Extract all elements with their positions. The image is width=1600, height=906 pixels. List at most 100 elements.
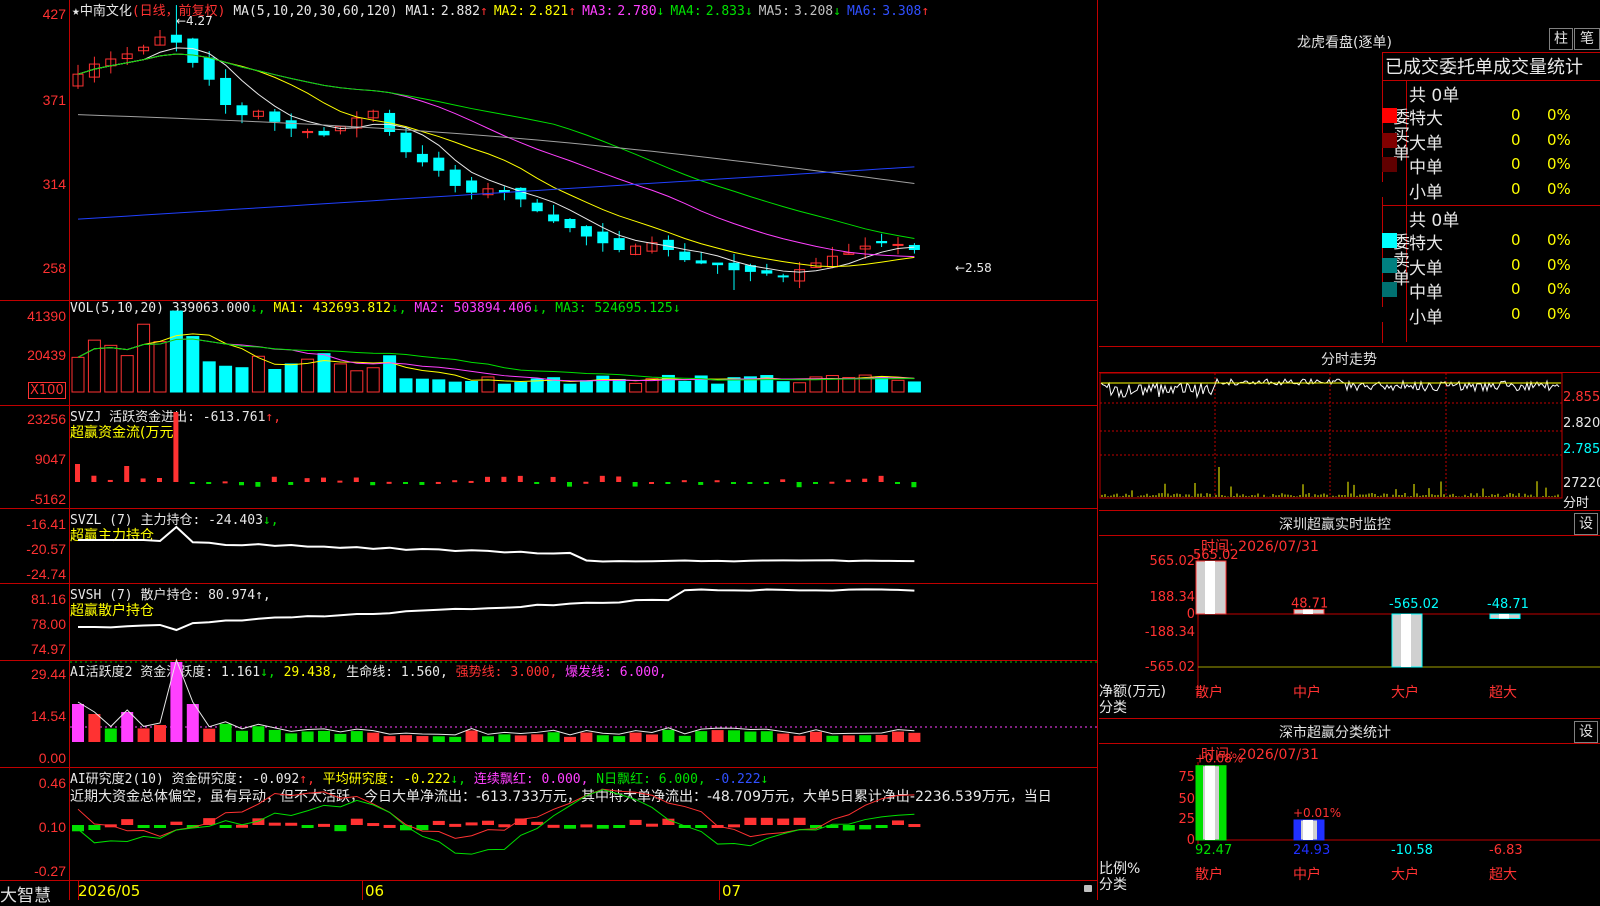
volume-bar [284, 363, 298, 393]
intraday-tick: 2.785 [1563, 442, 1600, 457]
fund-flow-bar [632, 482, 638, 487]
activity-bar [810, 731, 822, 742]
sz-monitor-title: 深圳超赢实时监控 [1279, 517, 1391, 533]
candle-body [285, 120, 297, 129]
order-type-label: 小单 [1409, 307, 1443, 328]
order-pct: 0% [1547, 106, 1571, 124]
fund-flow-bar [895, 482, 900, 484]
candle-body [236, 105, 248, 116]
order-count: 0 [1511, 304, 1521, 323]
activity-bar [514, 735, 527, 742]
class-tick: 50 [1178, 792, 1195, 807]
fund-flow-bar [911, 482, 917, 488]
activity-bar [72, 704, 84, 742]
fund-flow-bar [731, 482, 736, 484]
intraday-unit: 分时 [1563, 496, 1590, 511]
volume-bar [186, 336, 200, 393]
research-bar [564, 825, 576, 829]
fund-flow-bar [681, 480, 687, 483]
class-value: -10.58 [1391, 843, 1433, 858]
class-pct-label: +0.08% [1195, 752, 1243, 766]
research-bar [531, 821, 544, 825]
order-count: 0 [1511, 255, 1521, 274]
price-tick: 371 [42, 92, 66, 108]
svsh-tick: 81.16 [30, 591, 66, 607]
class-bar-edge [1219, 765, 1226, 840]
ma-line [77, 47, 915, 273]
monitor-tick: 188.34 [1150, 590, 1196, 605]
monitor-bar-value: 565.02 [1193, 548, 1239, 563]
intraday-chart[interactable] [1099, 373, 1600, 510]
volume-bar [415, 378, 429, 393]
fund-flow-bar [140, 478, 146, 482]
activity-bar [482, 736, 494, 742]
candle-body [679, 251, 691, 261]
activity-bar [137, 728, 150, 742]
fund-flow-bar [796, 482, 802, 488]
activity-bar [301, 731, 314, 742]
lock-icon[interactable] [1084, 885, 1092, 892]
research-bar [88, 825, 101, 831]
activity-bar [236, 730, 248, 742]
volume-bar [333, 363, 347, 393]
order-type-label: 大单 [1409, 258, 1443, 279]
chart-panel[interactable]: 427 371 314 258 41390 20439 X100 23256 9… [0, 0, 1098, 906]
svzl-tick: -24.74 [26, 566, 66, 582]
sz-class-settings-button[interactable]: 设 [1574, 721, 1598, 743]
fund-flow-bar [206, 482, 212, 484]
bar-view-button[interactable]: 柱 [1549, 28, 1573, 50]
sz-monitor-settings-button[interactable]: 设 [1574, 513, 1598, 535]
activity-bar [449, 736, 462, 742]
ai2-tick: -0.27 [34, 863, 66, 879]
order-count: 0 [1511, 280, 1521, 298]
intraday-title: 分时走势 [1321, 352, 1377, 368]
research-bar [334, 825, 347, 832]
ma60-line [77, 114, 915, 185]
date-label: 2026/05 [78, 882, 141, 900]
monitor-tick: -188.34 [1145, 625, 1195, 640]
fund-flow-bar [435, 481, 441, 484]
research-bar [646, 823, 658, 827]
research-bar [219, 825, 232, 828]
volume-bar [235, 367, 249, 393]
order-pct: 0% [1547, 179, 1571, 198]
activity-bar [629, 732, 642, 742]
volume-bar [120, 355, 134, 393]
candle-body [531, 202, 543, 212]
volume-bar [202, 361, 216, 393]
fund-flow-bar [878, 475, 884, 482]
tick-view-button[interactable]: 笔 [1574, 28, 1600, 50]
svzj-tick: -5162 [30, 491, 66, 507]
activity-bar [170, 662, 183, 742]
monitor-category: 超大 [1489, 685, 1517, 701]
ai1-tick: 29.44 [30, 666, 66, 682]
candle-body [761, 270, 773, 274]
fund-flow-bar [189, 482, 195, 484]
fund-flow-bar [747, 482, 753, 484]
activity-bar [564, 736, 576, 742]
fund-flow-bar [124, 466, 130, 482]
fund-flow-bar [419, 482, 425, 485]
volume-bar [399, 378, 413, 393]
research-bar [777, 818, 790, 825]
volume-bar [137, 323, 151, 393]
fund-flow-bar [616, 476, 622, 482]
research-bar [285, 822, 298, 826]
svzj-tick: 23256 [27, 411, 66, 427]
activity-bar [219, 723, 232, 742]
price-chart[interactable] [70, 0, 1097, 880]
lhb-tabs[interactable]: 已成交委托单成交量统计 [1385, 53, 1583, 79]
vol-axis: 41390 20439 X100 [0, 300, 66, 405]
research-bar [744, 817, 757, 825]
research-bar [547, 824, 560, 828]
activity-bar [826, 735, 839, 742]
activity-bar [432, 736, 445, 742]
price-axis: 427 371 314 258 [0, 0, 66, 300]
date-label: 06 [365, 882, 385, 900]
activity-bar [203, 728, 216, 742]
legend-swatch [1382, 257, 1397, 273]
volume-bar [842, 377, 856, 393]
candle-body [712, 262, 724, 266]
candle-body [416, 153, 428, 163]
activity-bar [531, 734, 544, 742]
